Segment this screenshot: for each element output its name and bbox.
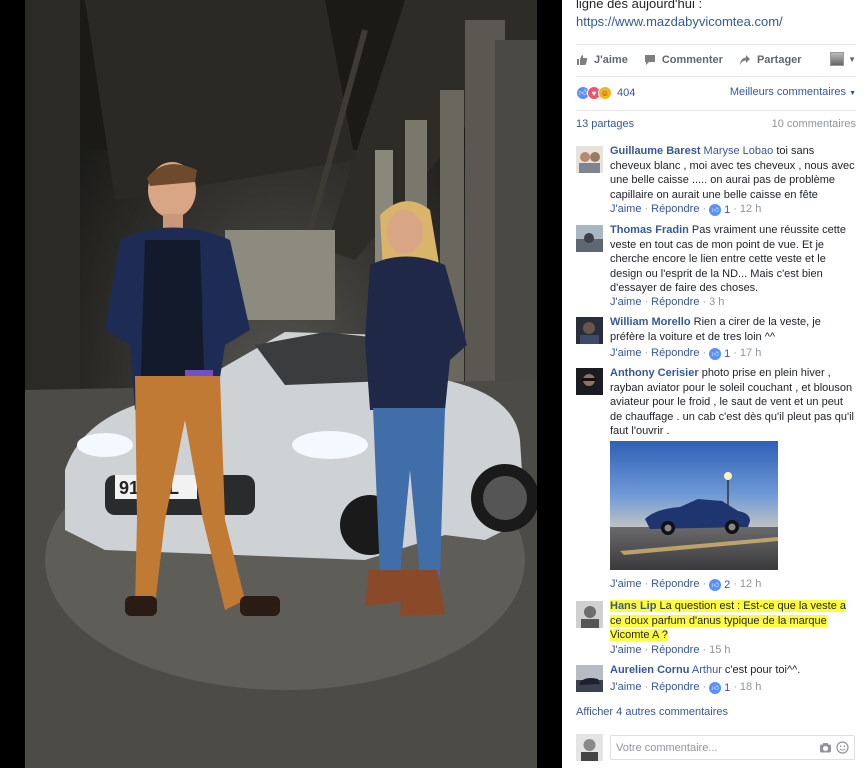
comment-body: Hans Lip La question est : Est-ce que la…	[610, 599, 858, 643]
commenter-avatar[interactable]	[576, 146, 603, 173]
divider	[576, 76, 856, 77]
comment-likes[interactable]: 👍︎ 1	[709, 203, 730, 216]
commenter-name[interactable]: Aurelien Cornu	[610, 664, 689, 676]
post-side-panel: ligne dès aujourd'hui : https://www.mazd…	[562, 0, 868, 768]
comment-body: Thomas Fradin Pas vraiment une réussite …	[610, 223, 858, 296]
comment-attached-photo[interactable]	[610, 441, 778, 570]
photo-scene: 912-BL	[25, 0, 537, 768]
thumbs-up-icon: 👍︎	[709, 347, 722, 360]
comment-time[interactable]: 12 h	[740, 578, 761, 590]
post-photo[interactable]: 912-BL	[25, 0, 537, 768]
tagged-user[interactable]: Arthur	[692, 664, 722, 676]
comment-reply-link[interactable]: Répondre	[651, 644, 699, 656]
action-bar: J'aime Commenter Partager	[576, 50, 818, 70]
comment-like-link[interactable]: J'aime	[610, 203, 641, 215]
comment-time[interactable]: 3 h	[709, 296, 724, 308]
reaction-count[interactable]: 404	[617, 87, 635, 99]
comment-reply-link[interactable]: Répondre	[651, 578, 699, 590]
comment-time[interactable]: 15 h	[709, 644, 730, 656]
comment-meta: J'aime · Répondre · 👍︎ 1 · 17 h	[610, 347, 762, 360]
comment-like-link[interactable]: J'aime	[610, 347, 641, 359]
comment-reply-link[interactable]: Répondre	[651, 347, 699, 359]
commenter-name[interactable]: Anthony Cerisier	[610, 367, 699, 379]
comment-item: Aurelien Cornu Arthur c'est pour toi^^. …	[576, 663, 858, 697]
comment-likes[interactable]: 👍︎ 2	[709, 578, 730, 591]
chevron-down-icon: ▼	[848, 54, 856, 64]
comment-reply-link[interactable]: Répondre	[651, 203, 699, 215]
show-more-comments-link[interactable]: Afficher 4 autres commentaires	[576, 706, 728, 718]
commenter-avatar[interactable]	[576, 225, 603, 252]
share-label: Partager	[756, 54, 802, 66]
thumbs-up-icon: 👍︎	[709, 578, 722, 591]
comment-meta: J'aime · Répondre · 👍︎ 1 · 12 h	[610, 203, 762, 216]
current-user-avatar	[576, 734, 603, 761]
post-text-line: ligne dès aujourd'hui :	[576, 0, 703, 11]
commenter-name[interactable]: Guillaume Barest	[610, 145, 700, 157]
haha-reaction-icon: ☺	[598, 86, 612, 100]
post-caption: ligne dès aujourd'hui : https://www.mazd…	[576, 0, 783, 31]
commenter-name[interactable]: William Morello	[610, 316, 691, 328]
reactions-row: 👍︎ ♥ ☺ 404 Meilleurs commentaires ▼	[576, 84, 856, 102]
comment-button[interactable]: Commenter	[644, 54, 723, 66]
photo-viewer: 912-BL	[0, 0, 562, 768]
comment-sort-dropdown[interactable]: Meilleurs commentaires ▼	[730, 86, 856, 98]
divider	[576, 110, 856, 111]
comment-time[interactable]: 12 h	[740, 203, 761, 215]
comment-like-link[interactable]: J'aime	[610, 578, 641, 590]
comment-label: Commenter	[661, 54, 723, 66]
shares-count[interactable]: 13 partages	[576, 118, 634, 130]
comment-meta: J'aime · Répondre · 👍︎ 1 · 18 h	[610, 681, 762, 694]
thumbs-up-icon	[576, 54, 588, 66]
caret-down-icon: ▼	[849, 90, 856, 97]
comment-likes[interactable]: 👍︎ 1	[709, 347, 730, 360]
comment-body: Anthony Cerisier photo prise en plein hi…	[610, 366, 858, 439]
comment-time[interactable]: 17 h	[740, 347, 761, 359]
comment-composer	[610, 735, 855, 760]
speech-bubble-icon	[644, 54, 656, 66]
actor-avatar	[830, 52, 845, 66]
comment-meta: J'aime · Répondre · 15 h	[610, 644, 731, 656]
actor-selector[interactable]: ▼	[830, 52, 856, 66]
comments-count[interactable]: 10 commentaires	[772, 118, 856, 130]
comment-meta: J'aime · Répondre · 👍︎ 2 · 12 h	[610, 578, 762, 591]
share-button[interactable]: Partager	[739, 54, 802, 66]
comment-text: c'est pour toi^^.	[721, 664, 801, 676]
comment-item: William Morello Rien a cirer de la veste…	[576, 315, 858, 363]
comment-like-link[interactable]: J'aime	[610, 644, 641, 656]
camera-icon[interactable]	[819, 741, 832, 754]
comment-item: Guillaume Barest Maryse Lobao toi sans c…	[576, 144, 858, 220]
comment-input[interactable]	[611, 736, 811, 759]
comment-item: Hans Lip La question est : Est-ce que la…	[576, 599, 858, 661]
like-label: J'aime	[594, 54, 628, 66]
commenter-name[interactable]: Thomas Fradin	[610, 224, 689, 236]
comment-reply-link[interactable]: Répondre	[651, 296, 699, 308]
divider	[576, 44, 856, 45]
emoji-icon[interactable]	[836, 741, 849, 754]
thumbs-up-icon: 👍︎	[709, 203, 722, 216]
commenter-avatar[interactable]	[576, 601, 603, 628]
commenter-avatar[interactable]	[576, 317, 603, 344]
comment-body: William Morello Rien a cirer de la veste…	[610, 315, 858, 344]
commenter-name[interactable]: Hans Lip	[610, 600, 656, 612]
sort-label: Meilleurs commentaires	[729, 86, 846, 98]
commenter-avatar[interactable]	[576, 665, 603, 692]
share-arrow-icon	[739, 54, 751, 66]
thumbs-up-icon: 👍︎	[709, 681, 722, 694]
comment-likes[interactable]: 👍︎ 1	[709, 681, 730, 694]
comment-meta: J'aime · Répondre · 3 h	[610, 296, 725, 308]
comment-reply-link[interactable]: Répondre	[651, 681, 699, 693]
comment-time[interactable]: 18 h	[740, 681, 761, 693]
tagged-user[interactable]: Maryse Lobao	[704, 145, 774, 157]
stats-row: 13 partages 10 commentaires	[576, 118, 856, 134]
comment-body: Aurelien Cornu Arthur c'est pour toi^^.	[610, 663, 858, 678]
post-link[interactable]: https://www.mazdabyvicomtea.com/	[576, 13, 783, 31]
comment-body: Guillaume Barest Maryse Lobao toi sans c…	[610, 144, 858, 202]
comment-item: Thomas Fradin Pas vraiment une réussite …	[576, 223, 858, 311]
convertible-car-photo	[610, 441, 778, 570]
commenter-avatar[interactable]	[576, 368, 603, 395]
like-button[interactable]: J'aime	[576, 54, 628, 66]
comment-like-link[interactable]: J'aime	[610, 681, 641, 693]
comment-like-link[interactable]: J'aime	[610, 296, 641, 308]
